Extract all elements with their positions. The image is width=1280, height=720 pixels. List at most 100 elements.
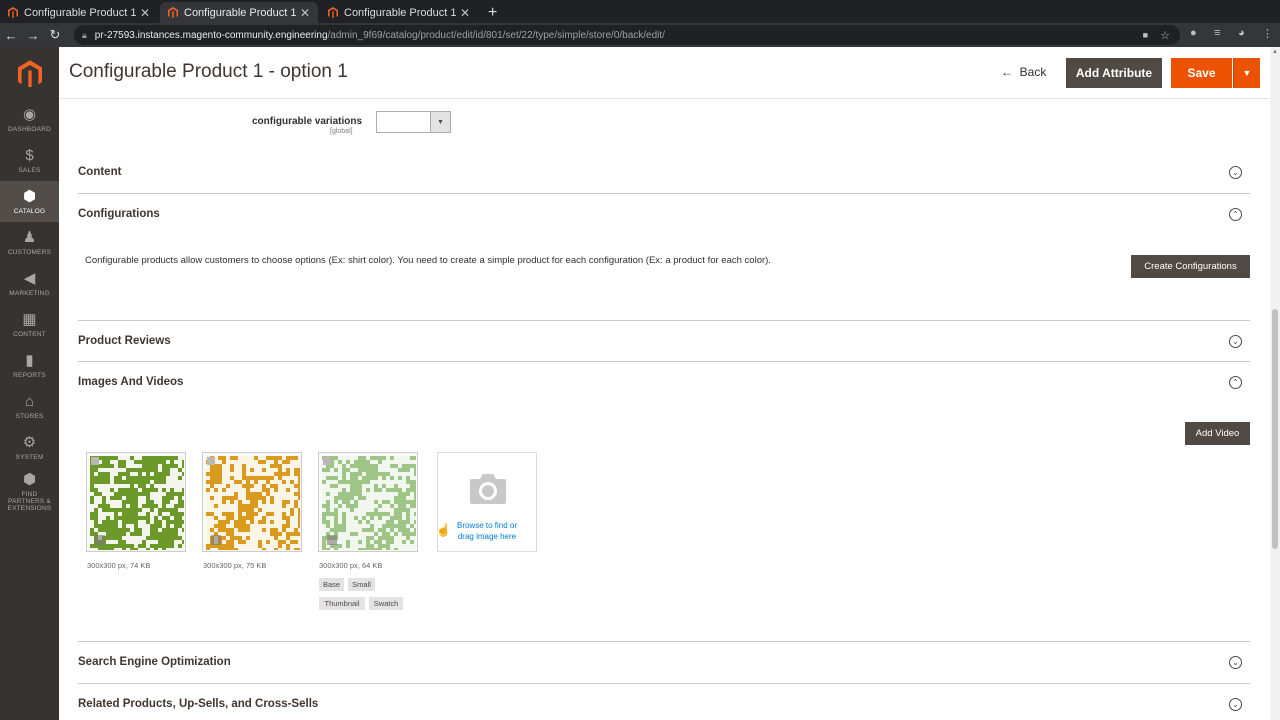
section-related-products[interactable]: Related Products, Up-Sells, and Cross-Se… [78, 698, 1250, 720]
image-meta: 300x300 px, 74 KB [87, 561, 151, 570]
scope-label: [global] [330, 128, 353, 135]
address-bar[interactable]: 🔒︎ pr-27593.instances.magento-community.… [74, 25, 1180, 45]
image-role-icon [91, 457, 99, 465]
sidebar-item-stores[interactable]: ⌂ STORES [0, 386, 59, 427]
magento-logo[interactable] [0, 47, 59, 99]
drag-handle-icon[interactable] [95, 535, 105, 545]
bookmark-star-icon[interactable]: ☆ [1160, 29, 1170, 42]
close-tab-icon[interactable]: ✕ [460, 6, 470, 20]
chevron-down-icon: ⌄ [1229, 656, 1242, 669]
drag-handle-icon[interactable] [211, 535, 221, 545]
magento-favicon-icon [168, 7, 178, 18]
image-meta: 300x300 px, 64 KB [319, 561, 383, 570]
section-search-engine-optimization[interactable]: Search Engine Optimization ⌄ [78, 656, 1250, 684]
url-host: pr-27593.instances.magento-community.eng… [94, 29, 328, 41]
person-icon: ♟ [22, 228, 37, 246]
scroll-up-icon[interactable]: ▲ [1272, 49, 1278, 55]
section-title: Content [78, 166, 122, 178]
chevron-up-icon[interactable]: ⌃ [1229, 376, 1242, 389]
sidebar-item-system[interactable]: ⚙ SYSTEM [0, 427, 59, 468]
configurations-description: Configurable products allow customers to… [85, 255, 771, 266]
add-attribute-button[interactable]: Add Attribute [1066, 58, 1162, 88]
extension-record-icon[interactable]: ● [1190, 27, 1197, 39]
section-product-reviews[interactable]: Product Reviews ⌄ [78, 335, 1250, 362]
page-scrollbar[interactable]: ▲ [1270, 47, 1280, 720]
sidebar-item-reports[interactable]: ▮ REPORTS [0, 345, 59, 386]
add-video-button[interactable]: Add Video [1185, 422, 1250, 445]
magento-logo-icon [17, 59, 42, 87]
main-content: Configurable Product 1 - option 1 ← Back… [59, 47, 1270, 720]
save-button[interactable]: Save [1171, 58, 1232, 88]
extension-queue-icon[interactable]: ≡ [1214, 27, 1220, 39]
configurable-variations-select[interactable]: ▼ [376, 111, 451, 133]
close-tab-icon[interactable]: ✕ [140, 6, 150, 20]
reload-icon[interactable]: ↻ [44, 27, 66, 43]
store-icon: ⌂ [24, 392, 35, 410]
section-title[interactable]: Configurations [78, 208, 160, 220]
page-title: Configurable Product 1 - option 1 [69, 61, 348, 82]
browser-menu-icon[interactable]: ⋮ [1262, 27, 1273, 40]
layout-icon: ▦ [22, 310, 37, 328]
box-icon: ⬢ [22, 471, 37, 488]
gear-icon: ⚙ [22, 433, 37, 451]
section-title: Product Reviews [78, 335, 171, 347]
sidebar-item-customers[interactable]: ♟ CUSTOMERS [0, 222, 59, 263]
sidebar-item-find-partners[interactable]: ⬢ FIND PARTNERS & EXTENSIONS [0, 468, 59, 516]
sidebar-item-label: REPORTS [13, 371, 46, 379]
scrollbar-thumb[interactable] [1272, 309, 1278, 549]
profile-avatar-icon[interactable]: ◕ [1238, 27, 1245, 39]
section-title: Search Engine Optimization [78, 656, 231, 668]
close-tab-icon[interactable]: ✕ [300, 6, 310, 20]
chevron-up-icon[interactable]: ⌃ [1229, 208, 1242, 221]
configurable-variations-label: configurable variations [252, 116, 363, 127]
tab-title: Configurable Product 1 [24, 6, 136, 19]
section-title[interactable]: Images And Videos [78, 376, 183, 388]
product-image-thumbnail[interactable] [86, 452, 186, 552]
sidebar-item-label: CONTENT [13, 330, 46, 338]
back-label: Back [1019, 65, 1047, 79]
image-role-tag: Swatch [369, 597, 403, 610]
sidebar-item-sales[interactable]: $ SALES [0, 140, 59, 181]
sidebar-item-content[interactable]: ▦ CONTENT [0, 304, 59, 345]
save-options-dropdown[interactable]: ▼ [1233, 58, 1260, 88]
caret-down-icon: ▼ [1242, 68, 1252, 78]
back-arrow-icon: ← [1001, 65, 1013, 79]
megaphone-icon: ◀ [23, 269, 36, 287]
image-upload-dropzone[interactable]: Browse to find or drag image here [437, 452, 537, 552]
chevron-down-icon: ⌄ [1229, 698, 1242, 711]
upload-instructions: Browse to find or drag image here [438, 520, 536, 542]
back-button[interactable]: ← Back [1001, 65, 1046, 79]
magento-favicon-icon [328, 7, 338, 18]
select-arrow-icon: ▼ [430, 112, 450, 132]
browser-tab-2[interactable]: Configurable Product 1 - o ✕ [160, 2, 318, 23]
image-role-tag: Base [319, 578, 344, 591]
lock-icon: 🔒︎ [82, 29, 87, 40]
sidebar-item-marketing[interactable]: ◀ MARKETING [0, 263, 59, 304]
back-arrow-icon[interactable]: ← [0, 28, 22, 43]
browser-tab-3[interactable]: Configurable Product 1 / F ✕ [320, 2, 478, 23]
new-tab-icon[interactable]: + [488, 2, 497, 23]
page-header: Configurable Product 1 - option 1 ← Back… [59, 47, 1270, 99]
sidebar-item-label: MARKETING [9, 289, 50, 297]
sidebar-item-label: SYSTEM [15, 453, 44, 461]
camera-icon[interactable]: ■ [1143, 30, 1148, 40]
camera-icon [470, 474, 506, 504]
sidebar-item-catalog[interactable]: ⬢ CATALOG [0, 181, 59, 222]
create-configurations-button[interactable]: Create Configurations [1131, 255, 1250, 278]
product-image-thumbnail[interactable] [202, 452, 302, 552]
magento-favicon-icon [8, 7, 18, 18]
mouse-cursor-icon: ☝ [436, 523, 451, 537]
forward-arrow-icon[interactable]: → [22, 28, 44, 43]
chevron-down-icon: ⌄ [1229, 166, 1242, 179]
dashboard-icon: ◉ [22, 105, 37, 123]
image-meta: 300x300 px, 75 KB [203, 561, 267, 570]
cube-icon: ⬢ [22, 187, 37, 205]
bar-chart-icon: ▮ [25, 351, 34, 369]
chevron-down-icon: ⌄ [1229, 335, 1242, 348]
browser-tab-1[interactable]: Configurable Product 1 ✕ [0, 2, 158, 23]
drag-handle-icon[interactable] [327, 535, 337, 545]
product-image-thumbnail[interactable] [318, 452, 418, 552]
section-content[interactable]: Content ⌄ [78, 166, 1250, 194]
dollar-icon: $ [25, 146, 34, 164]
sidebar-item-dashboard[interactable]: ◉ DASHBOARD [0, 99, 59, 140]
